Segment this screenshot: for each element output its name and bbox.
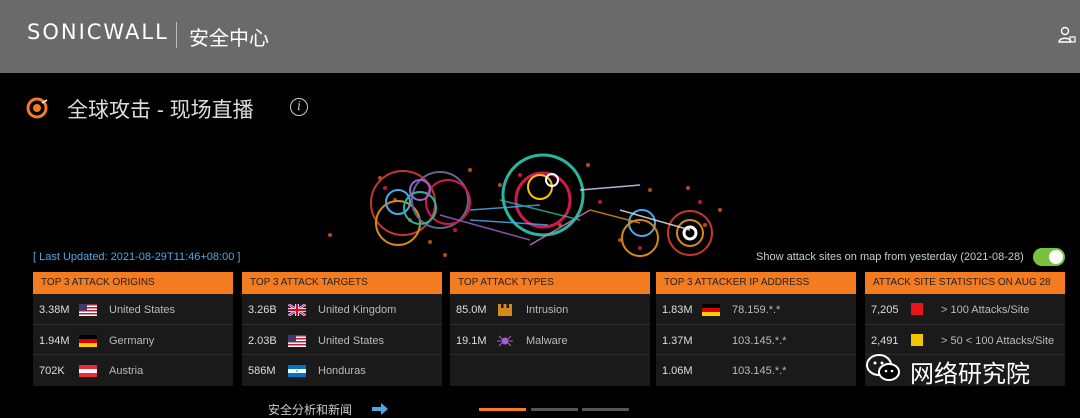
country-name: United Kingdom (318, 304, 397, 316)
list-item[interactable]: 702K Austria (33, 355, 233, 386)
list-item[interactable]: 85.0M Intrusion (450, 294, 650, 325)
watermark-text: 网络研究院 (910, 361, 1030, 388)
panel-title: TOP 3 ATTACK TARGETS (242, 272, 442, 294)
toggle-knob (1049, 250, 1063, 264)
attack-type-name: Intrusion (526, 304, 569, 316)
attack-count: 702K (39, 365, 65, 377)
stat-label: > 100 Attacks/Site (941, 304, 1030, 316)
wechat-icon (866, 354, 900, 381)
country-name: Germany (109, 334, 155, 347)
panel-title: TOP 3 ATTACKER IP ADDRESS (656, 272, 856, 294)
us-flag-icon (79, 304, 97, 316)
yesterday-toggle-label: Show attack sites on map from yesterday … (756, 251, 1024, 263)
list-item[interactable]: 19.1M Malware (450, 325, 650, 355)
yellow-square-icon (911, 333, 923, 346)
panel-attack-origins: TOP 3 ATTACK ORIGINS 3.38M United States… (33, 272, 233, 386)
ip-address: 78.159.*.* (732, 304, 781, 316)
list-item[interactable]: 1.37M 103.145.*.* (656, 325, 856, 355)
panel-title: ATTACK SITE STATISTICS ON AUG 28 (865, 272, 1065, 294)
list-item-empty (450, 355, 650, 386)
us-flag-icon (288, 334, 306, 347)
list-item[interactable]: 1.83M 78.159.*.* (656, 294, 856, 325)
arrow-right-icon[interactable] (372, 403, 388, 415)
de-flag-icon (79, 334, 97, 347)
attack-count: 1.94M (39, 334, 70, 347)
attack-count: 19.1M (456, 334, 487, 347)
ip-address: 103.145.*.* (732, 334, 787, 347)
country-name: United States (318, 334, 385, 347)
list-item[interactable]: 2,491 > 50 < 100 Attacks/Site (865, 325, 1065, 355)
country-name: Austria (109, 365, 144, 377)
list-item[interactable]: 2.03B United States (242, 325, 442, 355)
hn-flag-icon (288, 365, 306, 377)
attack-type-name: Malware (526, 334, 568, 347)
de-flag-icon (702, 304, 720, 316)
intrusion-icon (498, 304, 512, 316)
uk-flag-icon (288, 304, 306, 316)
pager-dot-3[interactable] (582, 408, 629, 411)
attack-count: 586M (248, 365, 276, 377)
panel-title: TOP 3 ATTACK ORIGINS (33, 272, 233, 294)
list-item[interactable]: 7,205 > 100 Attacks/Site (865, 294, 1065, 325)
pager-dot-1[interactable] (479, 408, 526, 411)
attack-count: 1.37M (662, 334, 693, 347)
panel-title: TOP ATTACK TYPES (450, 272, 650, 294)
red-square-icon (911, 303, 923, 315)
list-item[interactable]: 586M Honduras (242, 355, 442, 386)
attack-count: 1.06M (662, 365, 693, 377)
top-bar: SONICWALL 安全中心 (0, 0, 1080, 73)
panel-attack-types: TOP ATTACK TYPES 85.0M Intrusion 19.1M M… (450, 272, 650, 386)
security-news-link[interactable]: 安全分析和新闻 (268, 401, 352, 418)
attack-count: 2.03B (248, 334, 277, 347)
list-item[interactable]: 3.38M United States (33, 294, 233, 325)
app-title: 安全中心 (189, 28, 269, 50)
malware-icon (497, 335, 513, 346)
pager-dot-2[interactable] (531, 408, 578, 411)
at-flag-icon (79, 365, 97, 377)
last-updated: [ Last Updated: 2021-08-29T11:46+08:00 ] (33, 251, 241, 263)
site-count: 2,491 (871, 334, 899, 347)
info-icon[interactable]: i (290, 98, 308, 116)
attack-count: 1.83M (662, 304, 693, 316)
attack-count: 3.38M (39, 304, 70, 316)
page-title: 全球攻击 - 现场直播 (67, 99, 254, 122)
list-item[interactable]: 1.06M 103.145.*.* (656, 355, 856, 386)
sonicwall-logo[interactable]: SONICWALL (27, 20, 169, 44)
country-name: Honduras (318, 365, 366, 377)
attack-count: 85.0M (456, 304, 487, 316)
site-count: 7,205 (871, 304, 899, 316)
user-icon[interactable] (1058, 26, 1076, 44)
country-name: United States (109, 304, 176, 316)
stat-label: > 50 < 100 Attacks/Site (941, 334, 1055, 347)
logo-divider (176, 22, 177, 48)
shield-flame-icon (26, 97, 48, 119)
attack-count: 3.26B (248, 304, 277, 316)
list-item[interactable]: 1.94M Germany (33, 325, 233, 355)
panel-attack-targets: TOP 3 ATTACK TARGETS 3.26B United Kingdo… (242, 272, 442, 386)
list-item[interactable]: 3.26B United Kingdom (242, 294, 442, 325)
ip-address: 103.145.*.* (732, 365, 787, 377)
yesterday-toggle[interactable] (1033, 248, 1065, 266)
panel-attacker-ips: TOP 3 ATTACKER IP ADDRESS 1.83M 78.159.*… (656, 272, 856, 386)
